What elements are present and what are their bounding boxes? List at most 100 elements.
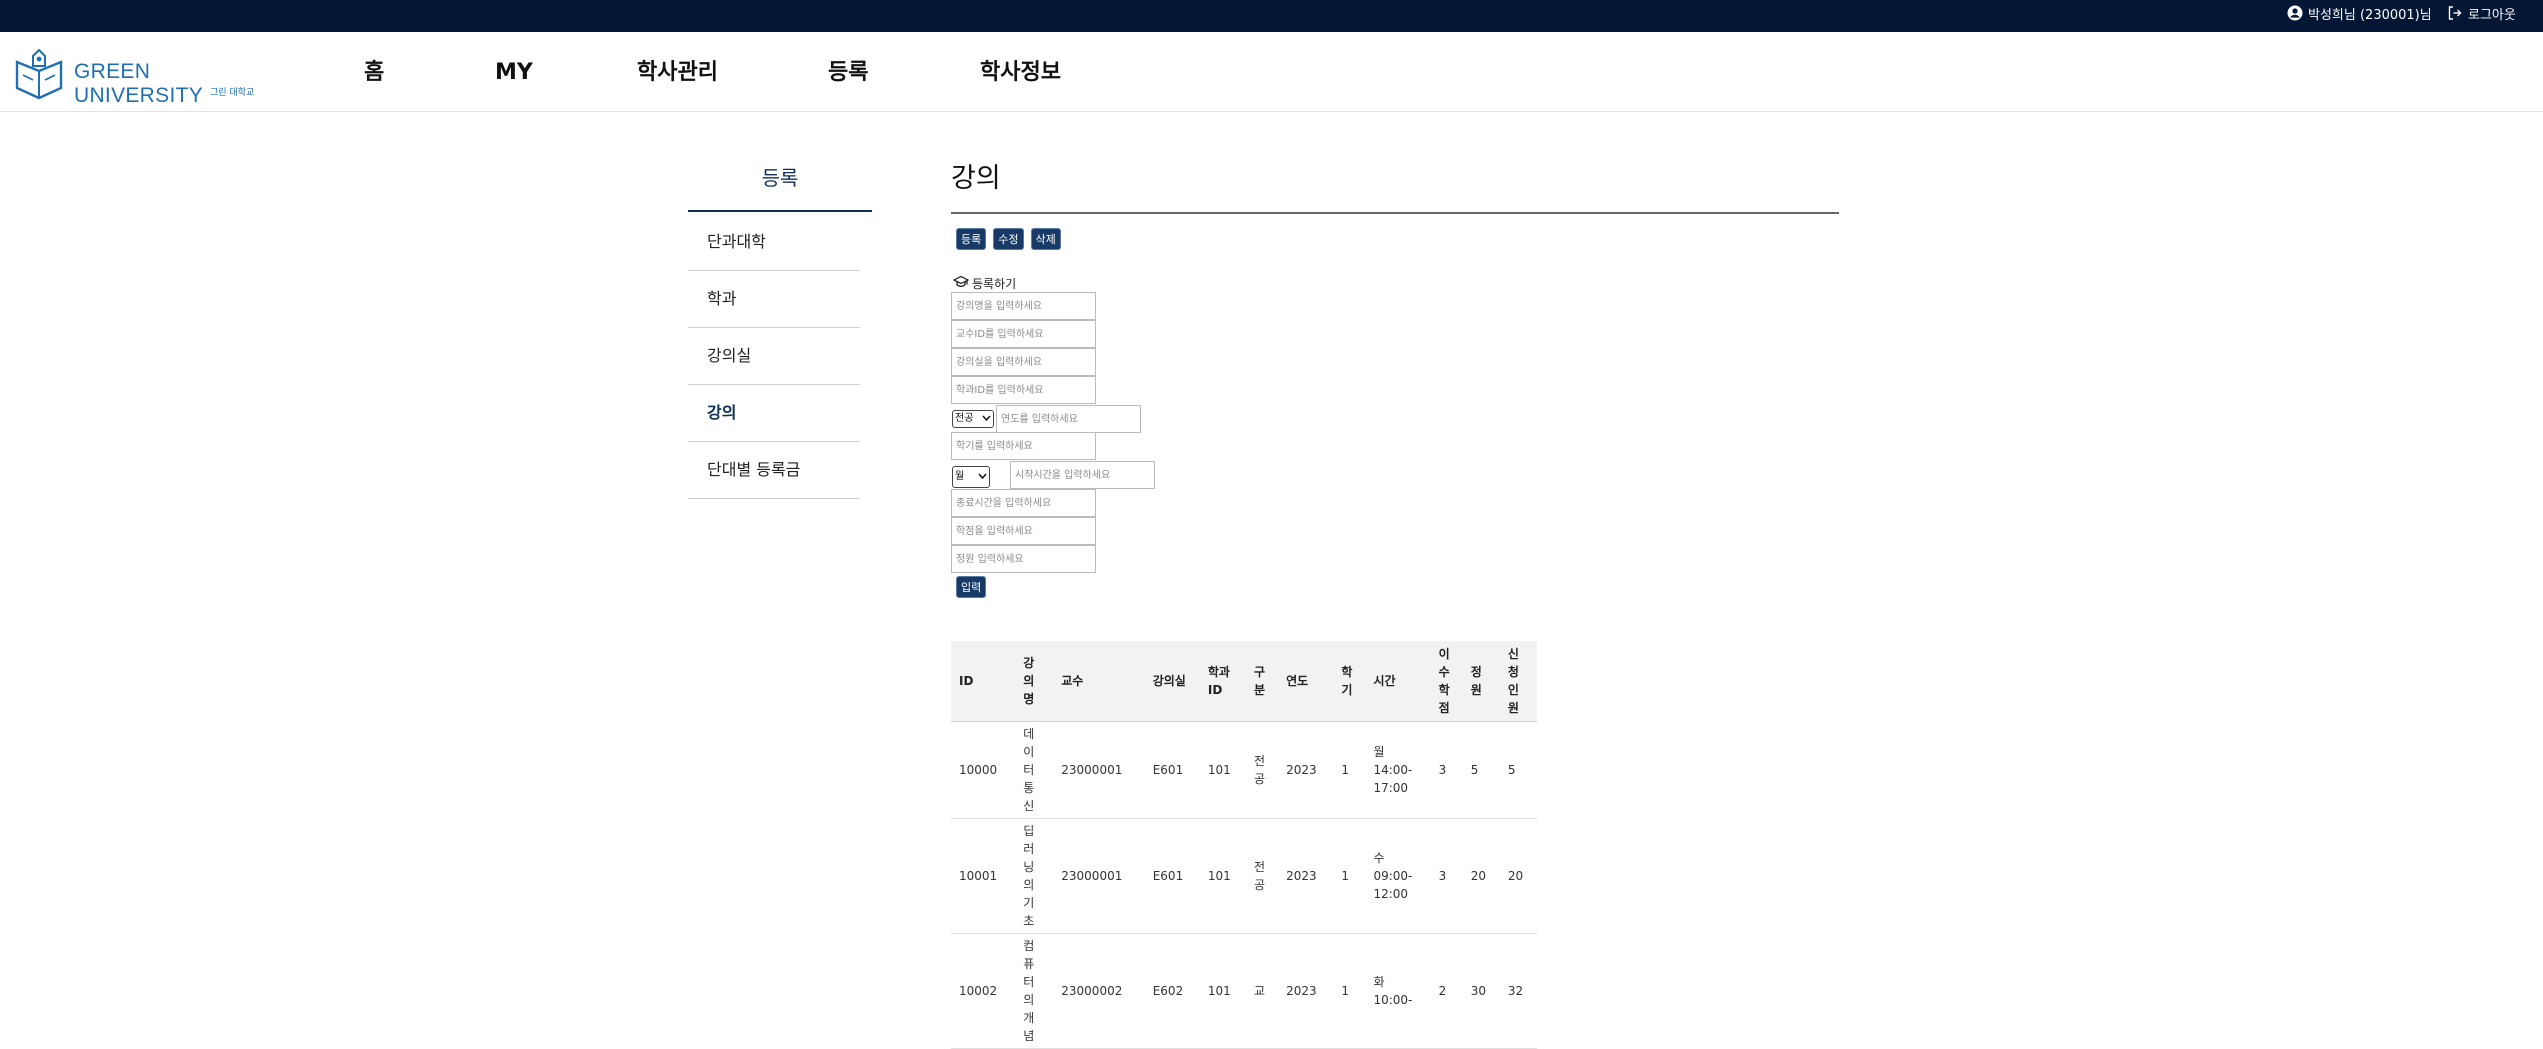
cell-capacity: 5 — [1462, 721, 1500, 819]
logo[interactable]: GREEN UNIVERSITY 그린 대학교 — [14, 42, 264, 107]
start-time-input[interactable] — [1010, 461, 1155, 489]
cell-capacity: 20 — [1462, 818, 1500, 934]
col-id: ID — [951, 641, 1016, 722]
sidebar-item-classroom[interactable]: 강의실 — [688, 328, 860, 385]
cell-applicants: 32 — [1499, 933, 1537, 1049]
sidebar-title: 등록 — [688, 160, 872, 212]
register-button[interactable]: 등록 — [956, 228, 987, 250]
cell-type: 전공 — [1246, 721, 1279, 819]
cell-year: 2023 — [1278, 721, 1334, 819]
delete-button[interactable]: 삭제 — [1030, 228, 1061, 250]
col-dept-id: 학과ID — [1199, 641, 1247, 722]
sidebar-menu: 단과대학 학과 강의실 강의 단대별 등록금 — [688, 214, 860, 499]
cell-classroom: E601 — [1144, 721, 1200, 819]
header: GREEN UNIVERSITY 그린 대학교 홈 MY 학사관리 등록 학사정… — [0, 32, 2543, 112]
user-label: 박성희님 (230001)님 — [2308, 8, 2432, 23]
action-buttons: 등록 수정 삭제 — [956, 228, 1061, 250]
cell-applicants: 20 — [1499, 818, 1537, 934]
logout-label: 로그아웃 — [2468, 8, 2516, 23]
end-time-input[interactable] — [951, 489, 1096, 517]
col-applicants: 신청인원 — [1499, 641, 1537, 722]
user-info: 박성희님 (230001)님 — [2287, 5, 2432, 27]
col-time: 시간 — [1365, 641, 1431, 722]
top-bar: 박성희님 (230001)님 로그아웃 — [0, 0, 2543, 32]
table-row[interactable]: 10000 데이터통신 23000001 E601 101 전공 2023 1 … — [951, 721, 1537, 819]
lecture-name-input[interactable] — [951, 292, 1096, 320]
nav-home[interactable]: 홈 — [364, 58, 384, 88]
professor-id-input[interactable] — [951, 320, 1096, 348]
submit-button[interactable]: 입력 — [956, 576, 987, 598]
col-year: 연도 — [1278, 641, 1334, 722]
type-select[interactable]: 전공 — [952, 410, 994, 428]
table-row[interactable]: 10002 컴퓨터의 개념 23000002 E602 101 교 2023 1… — [951, 933, 1537, 1049]
cell-applicants: 5 — [1499, 721, 1537, 819]
cell-lecture-name: 딥러닝의 기초 — [1015, 818, 1054, 934]
sidebar-item-lecture[interactable]: 강의 — [688, 385, 860, 442]
chevron-down-icon — [978, 469, 987, 485]
form-heading: 등록하기 — [952, 275, 1017, 293]
cell-semester: 1 — [1333, 933, 1366, 1049]
cell-id: 10001 — [951, 818, 1016, 934]
col-lecture-name: 강의명 — [1015, 641, 1054, 722]
cell-credit: 2 — [1430, 933, 1463, 1049]
university-logo-icon — [15, 48, 63, 100]
col-classroom: 강의실 — [1144, 641, 1200, 722]
sidebar-item-tuition[interactable]: 단대별 등록금 — [688, 442, 860, 499]
semester-input[interactable] — [951, 432, 1096, 460]
day-select-value: 월 — [955, 471, 965, 482]
cell-type: 교 — [1246, 933, 1279, 1049]
sidebar-item-department[interactable]: 학과 — [688, 271, 860, 328]
type-select-value: 전공 — [955, 413, 974, 424]
cell-classroom: E602 — [1144, 933, 1200, 1049]
year-input[interactable] — [996, 405, 1141, 433]
col-semester: 학기 — [1333, 641, 1366, 722]
page-title: 강의 — [951, 160, 1839, 214]
edit-button[interactable]: 수정 — [993, 228, 1024, 250]
cell-credit: 3 — [1430, 818, 1463, 934]
col-professor: 교수 — [1053, 641, 1145, 722]
cell-classroom: E601 — [1144, 818, 1200, 934]
logo-subtitle: 그린 대학교 — [210, 88, 255, 98]
nav-academic-admin[interactable]: 학사관리 — [637, 58, 718, 88]
cell-time: 월 14:00-17:00 — [1365, 721, 1431, 819]
col-type: 구분 — [1246, 641, 1279, 722]
cell-lecture-name: 데이터통신 — [1015, 721, 1054, 819]
nav-academic-info[interactable]: 학사정보 — [980, 58, 1061, 88]
graduation-cap-icon — [952, 275, 970, 293]
classroom-input[interactable] — [951, 348, 1096, 376]
cell-id: 10000 — [951, 721, 1016, 819]
capacity-input[interactable] — [951, 545, 1096, 573]
cell-lecture-name: 컴퓨터의 개념 — [1015, 933, 1054, 1049]
department-id-input[interactable] — [951, 376, 1096, 404]
cell-year: 2023 — [1278, 818, 1334, 934]
credit-input[interactable] — [951, 517, 1096, 545]
form-heading-label: 등록하기 — [972, 277, 1017, 291]
cell-professor: 23000001 — [1053, 721, 1145, 819]
lecture-table: ID 강의명 교수 강의실 학과ID 구분 연도 학기 시간 이수학점 정원 신… — [951, 641, 1537, 1049]
cell-capacity: 30 — [1462, 933, 1500, 1049]
cell-professor: 23000001 — [1053, 818, 1145, 934]
cell-dept-id: 101 — [1199, 721, 1247, 819]
logout-link[interactable]: 로그아웃 — [2447, 5, 2516, 27]
logout-icon — [2447, 5, 2463, 27]
table-header-row: ID 강의명 교수 강의실 학과ID 구분 연도 학기 시간 이수학점 정원 신… — [951, 641, 1537, 722]
cell-professor: 23000002 — [1053, 933, 1145, 1049]
cell-type: 전공 — [1246, 818, 1279, 934]
cell-dept-id: 101 — [1199, 818, 1247, 934]
cell-dept-id: 101 — [1199, 933, 1247, 1049]
cell-semester: 1 — [1333, 721, 1366, 819]
cell-time: 화 10:00- — [1365, 933, 1431, 1049]
sidebar-item-college[interactable]: 단과대학 — [688, 214, 860, 271]
cell-semester: 1 — [1333, 818, 1366, 934]
chevron-down-icon — [982, 411, 991, 427]
nav-register[interactable]: 등록 — [828, 58, 868, 88]
cell-year: 2023 — [1278, 933, 1334, 1049]
cell-time: 수 09:00-12:00 — [1365, 818, 1431, 934]
day-select[interactable]: 월 — [952, 466, 990, 488]
col-credit: 이수학점 — [1430, 641, 1463, 722]
logo-wordmark: GREEN UNIVERSITY — [74, 60, 204, 107]
nav-my[interactable]: MY — [495, 58, 533, 88]
table-row[interactable]: 10001 딥러닝의 기초 23000001 E601 101 전공 2023 … — [951, 818, 1537, 934]
cell-id: 10002 — [951, 933, 1016, 1049]
user-icon — [2287, 5, 2303, 27]
